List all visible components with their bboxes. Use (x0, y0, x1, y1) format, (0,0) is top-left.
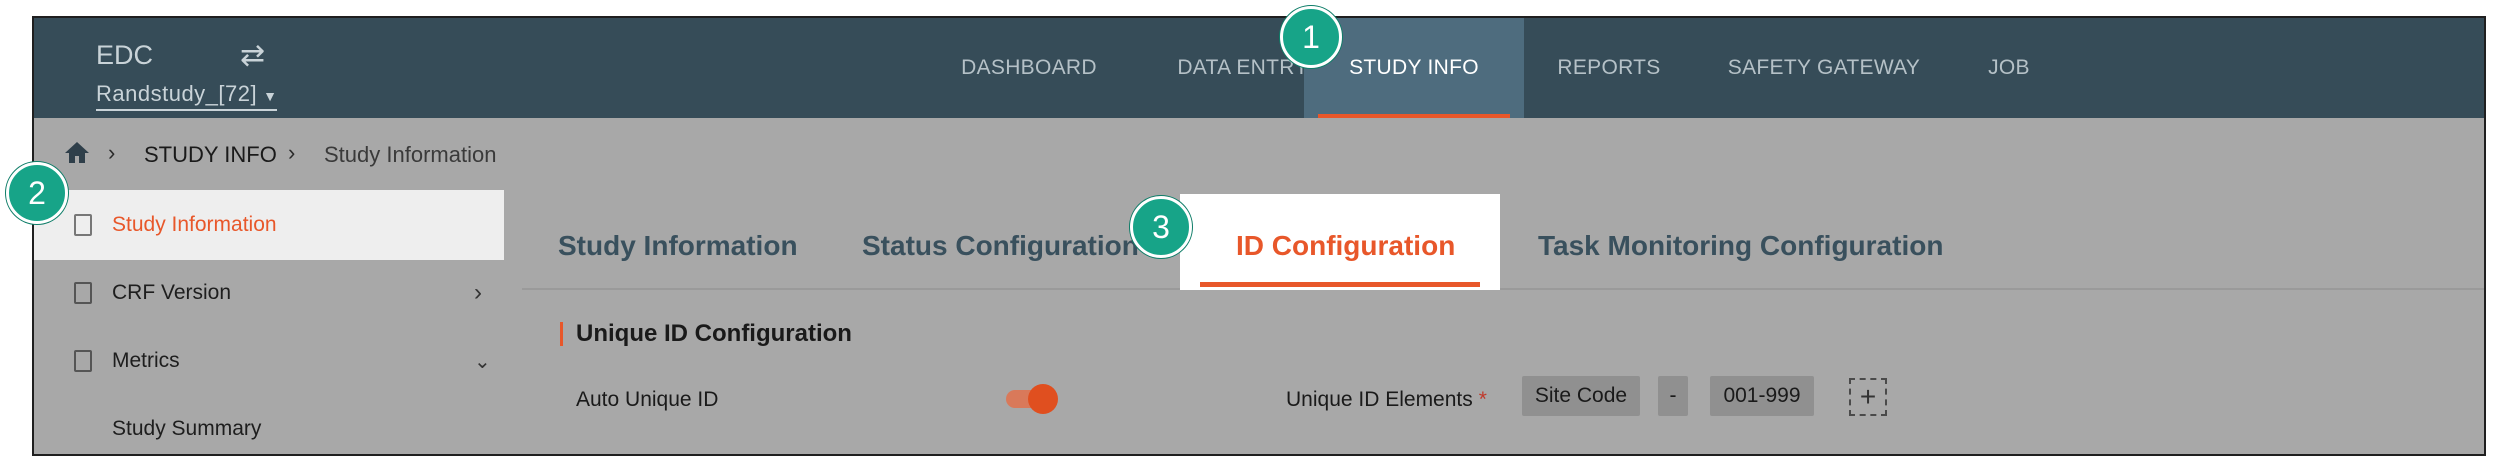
tab-id-configuration[interactable]: ID Configuration (1180, 194, 1500, 290)
sidebar-item-label: Study Information (112, 213, 277, 236)
breadcrumb: › STUDY INFO › Study Information (34, 118, 2484, 188)
nav-dashboard[interactable]: DASHBOARD (934, 18, 1124, 118)
swap-icon[interactable]: ⇄ (240, 38, 265, 73)
auto-unique-id-label: Auto Unique ID (576, 388, 719, 411)
tab-label: ID Configuration (1236, 230, 1456, 261)
toggle-knob[interactable] (1028, 384, 1058, 414)
breadcrumb-current: Study Information (324, 142, 497, 167)
tab-task-monitoring-configuration[interactable]: Task Monitoring Configuration (1538, 230, 1943, 262)
app-window: EDC ⇄ Randstudy_[72] ▼ DASHBOARD DATA ENT… (32, 16, 2486, 456)
sidebar-item-label: Study Summary (112, 417, 262, 440)
section-title: Unique ID Configuration (576, 320, 852, 347)
chevron-down-icon: ⌄ (474, 350, 491, 373)
add-element-button[interactable]: + (1849, 378, 1887, 416)
nav-safety-gateway[interactable]: SAFETY GATEWAY (1694, 18, 1954, 118)
unique-id-elements-label: Unique ID Elements * (1286, 388, 1487, 412)
nav-job[interactable]: JOB (1964, 18, 2054, 118)
chevron-right-icon: › (474, 279, 482, 306)
section-accent-bar (560, 322, 563, 346)
unique-id-elements-text: Unique ID Elements (1286, 388, 1473, 411)
form-icon (74, 282, 92, 304)
id-element-separator[interactable]: - (1658, 376, 1688, 416)
document-icon (74, 214, 92, 236)
sidebar-item-study-summary[interactable]: Study Summary (34, 394, 504, 454)
chevron-right-icon: › (108, 140, 116, 165)
tab-status-configuration[interactable]: Status Configuration (862, 230, 1139, 262)
tab-study-information[interactable]: Study Information (558, 230, 798, 262)
callout-badge-2: 2 (6, 162, 68, 224)
breadcrumb-study-info[interactable]: STUDY INFO (144, 142, 277, 168)
nav-reports[interactable]: REPORTS (1534, 18, 1684, 118)
sidebar-item-label: Metrics (112, 349, 180, 372)
study-selector-label: Randstudy_[72] (96, 81, 258, 106)
active-tab-indicator (1200, 282, 1480, 287)
home-icon[interactable] (64, 140, 90, 164)
brand-logo: EDC (96, 40, 154, 70)
caret-down-icon: ▼ (263, 88, 278, 104)
metrics-icon (74, 350, 92, 372)
sidebar-item-crf-version[interactable]: CRF Version › (34, 258, 504, 328)
callout-badge-1: 1 (1280, 6, 1342, 68)
callout-badge-3: 3 (1130, 196, 1192, 258)
study-selector[interactable]: Randstudy_[72] ▼ (96, 81, 278, 111)
id-element-site-code[interactable]: Site Code (1522, 376, 1640, 416)
chevron-right-icon: › (288, 140, 296, 165)
main-panel: Study Information Status Configuration I… (522, 194, 2484, 454)
tab-bar: Study Information Status Configuration I… (522, 194, 2484, 290)
sidebar-item-metrics[interactable]: Metrics ⌄ (34, 326, 504, 396)
sidebar-item-label: CRF Version (112, 281, 232, 304)
id-element-range[interactable]: 001-999 (1710, 376, 1814, 416)
top-navbar: EDC ⇄ Randstudy_[72] ▼ DASHBOARD DATA ENT… (34, 18, 2484, 118)
sidebar-item-study-information[interactable]: Study Information (34, 190, 504, 260)
required-mark: * (1478, 388, 1487, 411)
